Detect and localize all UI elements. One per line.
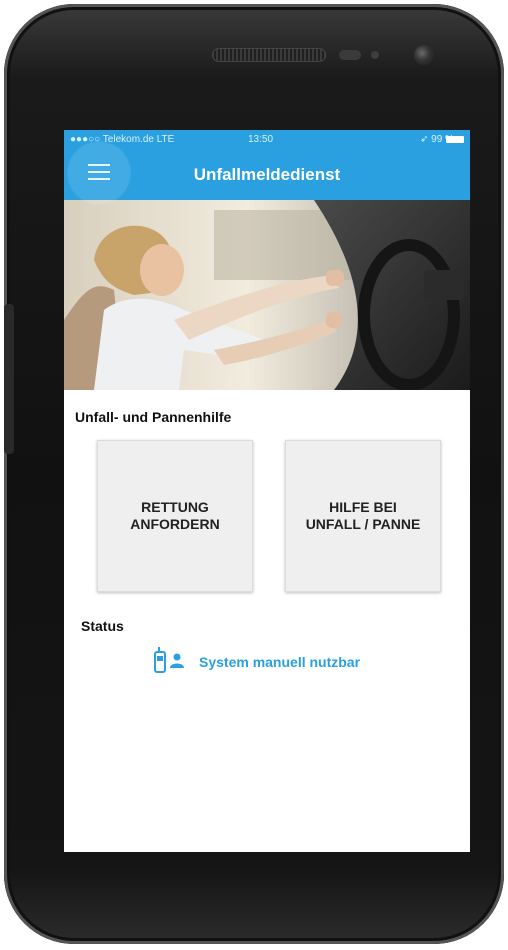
phone-person-icon [154,647,184,673]
menu-button[interactable] [68,142,130,204]
carrier-label: ●●●○○ Telekom.de LTE [70,134,175,145]
assistance-section-title: Unfall- und Pannenhilfe [75,409,232,425]
woman-driving-car-photo [64,200,470,390]
phone-front-camera [414,45,434,65]
request-rescue-button[interactable]: RETTUNG ANFORDERN [97,440,253,592]
phone-frame: ●●●○○ Telekom.de LTE 13:50 ➶ 99 % Unfall… [4,4,504,944]
hero-image [64,200,470,390]
accident-breakdown-help-button[interactable]: HILFE BEI UNFALL / PANNE [285,440,441,592]
status-text: System manuell nutzbar [199,654,361,670]
hamburger-menu-icon [88,164,110,180]
phone-speaker-grille [212,48,326,62]
phone-sensor-dot [371,51,379,59]
status-section-title: Status [81,618,124,634]
app-screen: ●●●○○ Telekom.de LTE 13:50 ➶ 99 % Unfall… [64,130,470,852]
phone-side-button [4,304,14,454]
battery-icon [446,136,464,143]
clock: 13:50 [248,134,274,145]
status-bar: ●●●○○ Telekom.de LTE 13:50 ➶ 99 % [64,130,470,150]
phone-sensor [339,50,361,60]
